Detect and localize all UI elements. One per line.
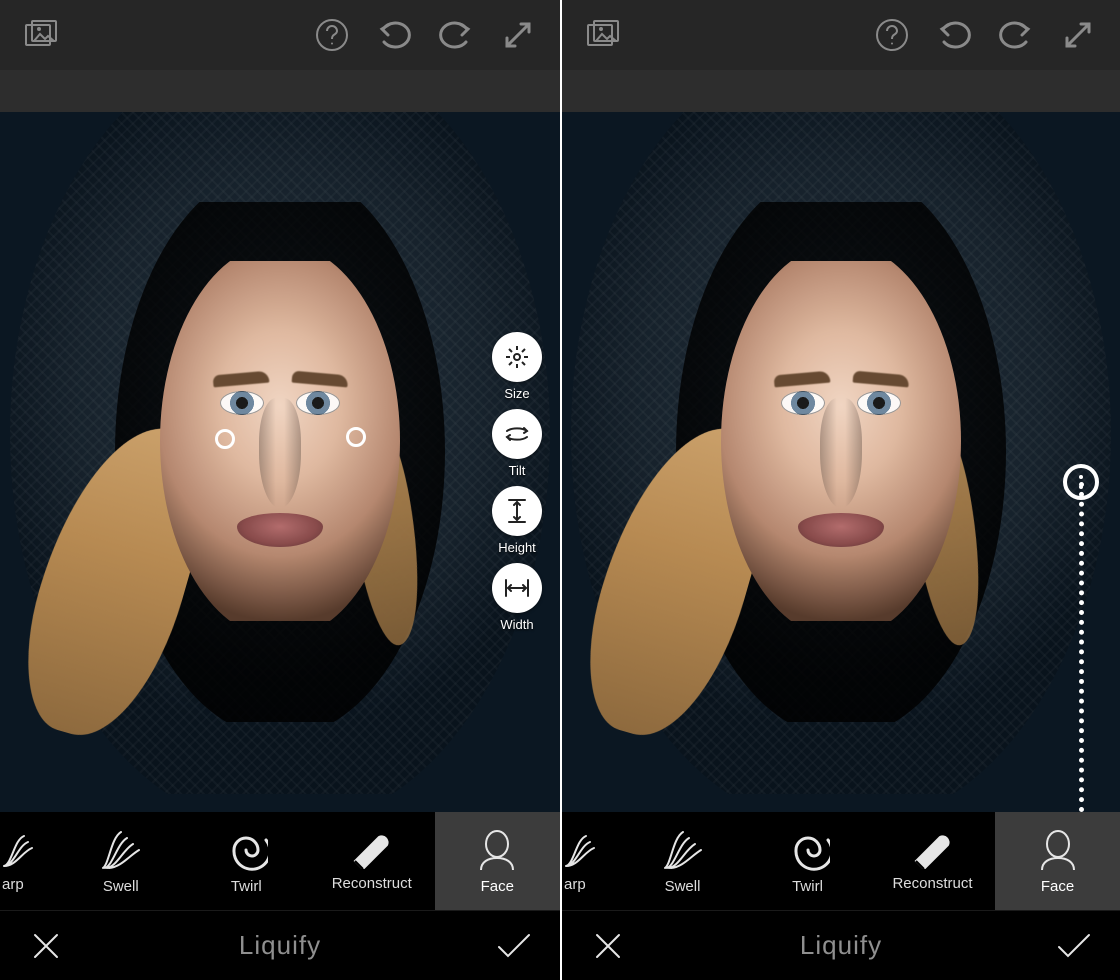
face-tool-label: Width bbox=[500, 617, 533, 632]
portrait-image bbox=[0, 112, 560, 812]
tool-swell[interactable]: Swell bbox=[58, 812, 184, 910]
eye-marker-left[interactable] bbox=[215, 429, 235, 449]
cancel-button[interactable] bbox=[24, 924, 68, 968]
image-canvas[interactable] bbox=[562, 112, 1120, 812]
top-toolbar bbox=[562, 0, 1120, 70]
help-button[interactable] bbox=[310, 13, 354, 57]
redo-button[interactable] bbox=[434, 13, 478, 57]
tool-face[interactable]: Face bbox=[995, 812, 1120, 910]
tool-label: Swell bbox=[665, 878, 701, 895]
tool-label: Face bbox=[481, 878, 514, 895]
liquify-tool-row: arp Swell Twirl Reconstruct Face bbox=[562, 812, 1120, 910]
screen-right: arp Swell Twirl Reconstruct Face bbox=[560, 0, 1120, 980]
gallery-button[interactable] bbox=[582, 13, 626, 57]
tool-label: Face bbox=[1041, 878, 1074, 895]
fullscreen-button[interactable] bbox=[496, 13, 540, 57]
tool-label: Reconstruct bbox=[892, 875, 972, 892]
fullscreen-button[interactable] bbox=[1056, 13, 1100, 57]
tool-label: Twirl bbox=[231, 878, 262, 895]
face-tool-label: Size bbox=[504, 386, 529, 401]
face-tool-label: Tilt bbox=[509, 463, 526, 478]
portrait-image bbox=[562, 112, 1120, 812]
tool-label: arp bbox=[564, 876, 586, 893]
confirm-bar: Liquify bbox=[0, 910, 560, 980]
adjust-slider-handle[interactable] bbox=[1063, 464, 1099, 500]
face-tool-tilt[interactable]: Tilt bbox=[492, 409, 542, 478]
tool-swell[interactable]: Swell bbox=[620, 812, 745, 910]
redo-button[interactable] bbox=[994, 13, 1038, 57]
tool-warp[interactable]: arp bbox=[562, 812, 620, 910]
tool-label: Twirl bbox=[792, 878, 823, 895]
top-toolbar bbox=[0, 0, 560, 70]
tilt-icon bbox=[492, 409, 542, 459]
tool-reconstruct[interactable]: Reconstruct bbox=[309, 812, 435, 910]
undo-button[interactable] bbox=[932, 13, 976, 57]
tool-warp[interactable]: arp bbox=[0, 812, 58, 910]
image-canvas[interactable]: Size Tilt Height bbox=[0, 112, 560, 812]
liquify-tool-row: arp Swell Twirl Reconstruct Face bbox=[0, 812, 560, 910]
tool-face[interactable]: Face bbox=[435, 812, 561, 910]
sub-toolbar bbox=[562, 70, 1120, 112]
tool-label: Reconstruct bbox=[332, 875, 412, 892]
cancel-button[interactable] bbox=[586, 924, 630, 968]
adjust-slider-track[interactable] bbox=[1079, 482, 1084, 812]
face-tool-size[interactable]: Size bbox=[492, 332, 542, 401]
sub-toolbar bbox=[0, 70, 560, 112]
tool-reconstruct[interactable]: Reconstruct bbox=[870, 812, 995, 910]
tool-twirl[interactable]: Twirl bbox=[745, 812, 870, 910]
confirm-bar: Liquify bbox=[562, 910, 1120, 980]
face-tool-label: Height bbox=[498, 540, 536, 555]
face-tool-height[interactable]: Height bbox=[492, 486, 542, 555]
accept-button[interactable] bbox=[1052, 924, 1096, 968]
screen-left: Size Tilt Height bbox=[0, 0, 560, 980]
size-icon bbox=[492, 332, 542, 382]
accept-button[interactable] bbox=[492, 924, 536, 968]
tool-label: Swell bbox=[103, 878, 139, 895]
mode-title: Liquify bbox=[239, 930, 321, 961]
height-icon bbox=[492, 486, 542, 536]
help-button[interactable] bbox=[870, 13, 914, 57]
eye-marker-right[interactable] bbox=[346, 427, 366, 447]
face-tool-width[interactable]: Width bbox=[492, 563, 542, 632]
mode-title: Liquify bbox=[800, 930, 882, 961]
undo-button[interactable] bbox=[372, 13, 416, 57]
tool-label: arp bbox=[2, 876, 24, 893]
width-icon bbox=[492, 563, 542, 613]
face-tools-panel: Size Tilt Height bbox=[492, 332, 542, 632]
gallery-button[interactable] bbox=[20, 13, 64, 57]
tool-twirl[interactable]: Twirl bbox=[184, 812, 310, 910]
